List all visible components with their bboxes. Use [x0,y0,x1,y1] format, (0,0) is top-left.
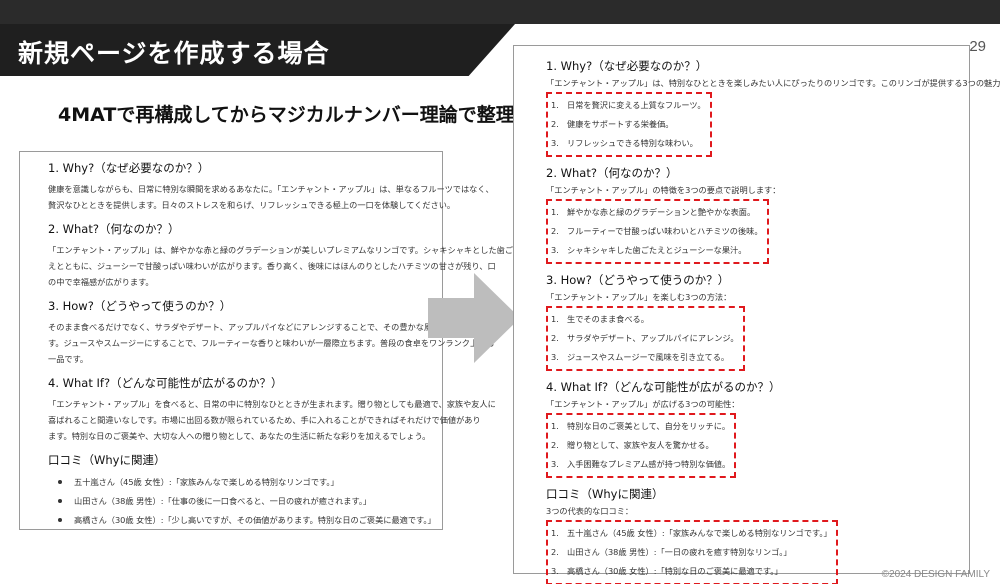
original-text-panel: 1. Why?（なぜ必要なのか？） 健康を意識しながらも、日常に特別な瞬間を求め… [19,151,522,530]
restructured-text-panel: 1. Why?（なぜ必要なのか？） 「エンチャント・アップル」は、特別なひととき… [513,45,1000,584]
top-strip [0,0,1000,24]
highlight-box-how: 1. 生でそのまま食べる。 2. サラダやデザート、アップルパイにアレンジ。 3. ジ… [546,306,745,371]
section-heading-whatif: 4. What If?（どんな可能性が広がるのか？） [546,380,781,394]
paragraph-line: 贅沢なひとときを提供します。日々のストレスを和らげ、リフレッシュできる極上の一口… [48,200,456,210]
list-item: 1. 生でそのまま食べる。 [551,314,649,324]
section-intro: 「エンチャント・アップル」の特徴を3つの要点で説明します： [546,185,781,195]
review-text: 五十嵐さん（45歳 女性）:「家族みんなで楽しめる特別なリンゴです。」 [74,477,339,487]
page-number: 29 [969,38,986,55]
review-item: 山田さん（38歳 男性）:「仕事の後に一口食べると、一日の疲れが癒されます。」 [48,492,434,511]
right-arrow-icon [428,273,520,363]
section-heading-whatif: 4. What If?（どんな可能性が広がるのか？） [48,376,283,390]
section-intro: 「エンチャント・アップル」が広げる3つの可能性： [546,399,740,409]
paragraph-line: えとともに、ジューシーで甘酸っぱい味わいが広がります。香り高く、後味にはほんのり… [48,261,496,271]
highlight-box-whatif: 1. 特別な日のご褒美として、自分をリッチに。 2. 贈り物として、家族や友人を驚か… [546,413,737,478]
list-item: 3. ジュースやスムージーで風味を引き立てる。 [551,352,730,362]
list-item: 2. サラダやデザート、アップルパイにアレンジ。 [551,333,739,343]
list-item: 3. 入手困難なプレミアム感が持つ特別な価値。 [551,459,731,469]
list-item: 2. 健康をサポートする栄養価。 [551,119,674,129]
list-item: 1. 日常を贅沢に変える上質なフルーツ。 [551,100,706,110]
highlight-box-what: 1. 鮮やかな赤と緑のグラデーションと艶やかな表面。 2. フルーティーで甘酸っぱい… [546,199,769,264]
highlight-box-reviews: 1. 五十嵐さん（45歳 女性）:「家族みんなで楽しめる特別なリンゴです。」 2.… [546,520,838,584]
list-item: 2. フルーティーで甘酸っぱい味わいとハチミツの後味。 [551,226,763,236]
section-heading-reviews: 口コミ（Whyに関連） [48,453,166,467]
slide-title: 新規ページを作成する場合 [18,39,330,68]
paragraph-line: す。ジュースやスムージーにすることで、フルーティーな香りと味わいが一層際立ちます… [48,338,495,348]
highlight-box-why: 1. 日常を贅沢に変える上質なフルーツ。 2. 健康をサポートする栄養価。 3. リフ… [546,92,712,157]
slide-subtitle: 4MATで再構成してからマジカルナンバー理論で整理すると [58,104,572,126]
review-text: 山田さん（38歳 男性）:「仕事の後に一口食べると、一日の疲れが癒されます。」 [74,496,372,506]
list-item: 3. 高橋さん（30歳 女性）:「特別な日のご褒美に最適です。」 [551,566,783,576]
section-intro: 3つの代表的な口コミ： [546,506,634,516]
section-heading-why: 1. Why?（なぜ必要なのか？） [546,59,708,73]
section-heading-how: 3. How?（どうやって使うのか？） [48,299,232,313]
review-item: 高橋さん（30歳 女性）:「少し高いですが、その価値があります。特別な日のご褒美… [48,511,436,530]
list-item: 1. 鮮やかな赤と緑のグラデーションと艶やかな表面。 [551,207,756,217]
section-heading-what: 2. What?（何なのか？） [48,222,180,236]
list-item: 2. 贈り物として、家族や友人を驚かせる。 [551,440,714,450]
section-heading-how: 3. How?（どうやって使うのか？） [546,273,730,287]
copyright-notice: ©2024 DESIGN FAMILY [881,569,990,580]
section-heading-what: 2. What?（何なのか？） [546,166,678,180]
review-list: 五十嵐さん（45歳 女性）:「家族みんなで楽しめる特別なリンゴです。」 山田さん… [48,473,436,530]
list-item: 2. 山田さん（38歳 男性）:「一日の疲れを癒す特別なリンゴ。」 [551,547,792,557]
list-item: 3. リフレッシュできる特別な味わい。 [551,138,698,148]
section-intro: 「エンチャント・アップル」は、特別なひとときを楽しみたい人にぴったりのリンゴです… [546,78,1000,88]
bullet-icon [58,499,62,503]
bullet-icon [58,480,62,484]
paragraph-line: そのまま食べるだけでなく、サラダやデザート、アップルパイなどにアレンジすることで… [48,322,506,332]
list-item: 3. シャキシャキした歯ごたえとジューシーな果汁。 [551,245,747,255]
list-item: 1. 特別な日のご褒美として、自分をリッチに。 [551,421,731,431]
paragraph-line: 喜ばれること間違いなしです。市場に出回る数が限られているため、手に入れることがで… [48,415,481,425]
paragraph-line: 「エンチャント・アップル」は、鮮やかな赤と緑のグラデーションが美しいプレミアムな… [48,245,522,255]
review-text: 高橋さん（30歳 女性）:「少し高いですが、その価値があります。特別な日のご褒美… [74,515,436,525]
paragraph-line: の中で幸福感が広がります。 [48,277,154,287]
section-heading-reviews: 口コミ（Whyに関連） [546,487,664,501]
paragraph-line: ます。特別な日のご褒美や、大切な人への贈り物として、あなたの生活に新たな彩りを加… [48,431,431,441]
bullet-icon [58,518,62,522]
paragraph-line: 健康を意識しながらも、日常に特別な瞬間を求めるあなたに。「エンチャント・アップル… [48,184,494,194]
section-heading-why: 1. Why?（なぜ必要なのか？） [48,161,210,175]
review-item: 五十嵐さん（45歳 女性）:「家族みんなで楽しめる特別なリンゴです。」 [48,473,434,492]
section-intro: 「エンチャント・アップル」を楽しむ3つの方法： [546,292,732,302]
list-item: 1. 五十嵐さん（45歳 女性）:「家族みんなで楽しめる特別なリンゴです。」 [551,528,832,538]
paragraph-line: 一品です。 [48,354,89,364]
paragraph-line: 「エンチャント・アップル」を食べると、日常の中に特別なひとときが生まれます。贈り… [48,399,496,409]
